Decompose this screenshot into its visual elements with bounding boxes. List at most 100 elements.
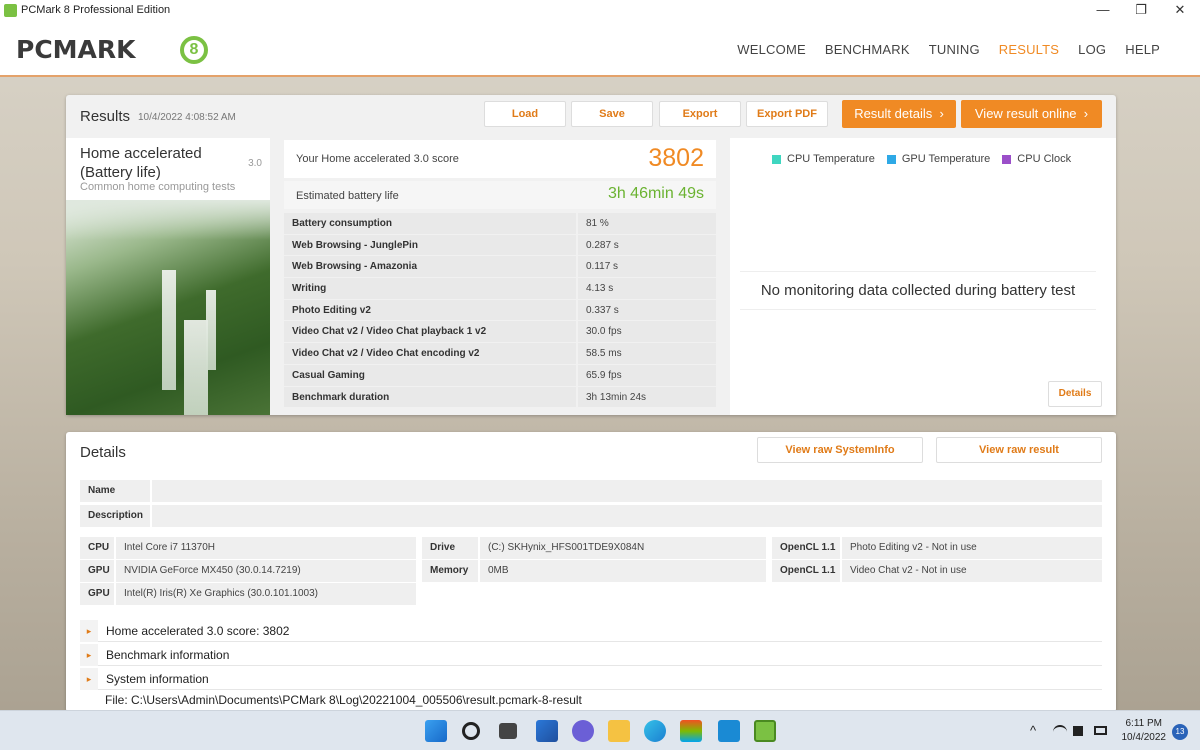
app-l-icon[interactable]	[718, 720, 740, 742]
teams-chat-icon[interactable]	[572, 720, 594, 742]
subscore-value: 4.13 s	[578, 278, 716, 299]
expander-label: Home accelerated 3.0 score: 3802	[106, 624, 290, 638]
gpu-row: GPU NVIDIA GeForce MX450 (30.0.14.7219)	[80, 560, 416, 582]
tray-chevron-icon[interactable]: ^	[1030, 723, 1036, 738]
description-value	[152, 505, 1102, 527]
pcmark-logo: PCMARK 8	[16, 36, 208, 64]
volume-muted-icon[interactable]	[1073, 726, 1083, 736]
expander-system-info[interactable]: ▸ System information	[80, 668, 1102, 690]
memory-value: 0MB	[480, 560, 766, 582]
save-button[interactable]: Save	[571, 101, 653, 127]
subscore-name: Photo Editing v2	[284, 299, 576, 321]
nav-log[interactable]: LOG	[1078, 42, 1106, 57]
subscore-name: Video Chat v2 / Video Chat encoding v2	[284, 343, 576, 364]
nav-results[interactable]: RESULTS	[999, 42, 1059, 57]
load-button[interactable]: Load	[484, 101, 566, 127]
clock-date: 10/4/2022	[1121, 732, 1167, 743]
expander-score[interactable]: ▸ Home accelerated 3.0 score: 3802	[80, 620, 1102, 642]
score-box: Your Home accelerated 3.0 score 3802	[284, 140, 716, 178]
chevron-right-icon: ›	[935, 106, 944, 121]
subscore-value: 3h 13min 24s	[578, 386, 716, 408]
view-result-online-button[interactable]: View result online ›	[961, 100, 1102, 128]
nav-help[interactable]: HELP	[1125, 42, 1160, 57]
nav-welcome[interactable]: WELCOME	[737, 42, 806, 57]
monitoring-details-button[interactable]: Details	[1048, 381, 1102, 407]
legend-label: CPU Temperature	[787, 153, 875, 165]
name-row: Name	[80, 480, 1102, 502]
subscore-value: 0.117 s	[578, 256, 716, 278]
result-details-button[interactable]: Result details ›	[842, 100, 956, 128]
subscore-name: Web Browsing - Amazonia	[284, 256, 576, 278]
legend-gpu-temperature[interactable]: GPU Temperature	[886, 153, 990, 165]
view-raw-systeminfo-button[interactable]: View raw SystemInfo	[757, 437, 923, 463]
subscore-value: 30.0 fps	[578, 321, 716, 343]
subscore-name: Writing	[284, 278, 576, 299]
export-pdf-button[interactable]: Export PDF	[746, 101, 828, 127]
notification-badge[interactable]: 13	[1172, 724, 1188, 740]
legend-swatch	[772, 154, 781, 164]
legend-label: CPU Clock	[1017, 153, 1072, 165]
wifi-icon[interactable]	[1053, 725, 1067, 735]
edge-browser-icon[interactable]	[644, 720, 666, 742]
cpu-row: CPU Intel Core i7 11370H	[80, 537, 416, 559]
pcmark-app-icon	[4, 4, 17, 17]
app-header: PCMARK 8 WELCOME BENCHMARK TUNING RESULT…	[0, 22, 1200, 77]
opencl-value: Video Chat v2 - Not in use	[842, 560, 1102, 582]
cpu-label: CPU	[80, 537, 114, 559]
close-button[interactable]: ✕	[1160, 0, 1200, 22]
test-info-card: Home accelerated (Battery life) 3.0 Comm…	[66, 138, 270, 415]
task-view-icon[interactable]	[499, 723, 517, 739]
subscore-table: Battery consumption 81 % Web Browsing - J…	[284, 213, 716, 409]
details-title: Details	[80, 444, 126, 461]
minimize-button[interactable]: —	[1083, 0, 1123, 22]
battery-icon[interactable]	[1094, 726, 1107, 735]
drive-row: Drive (C:) SKHynix_HFS001TDE9X084N	[422, 537, 766, 559]
subscore-value: 65.9 fps	[578, 364, 716, 386]
result-details-label: Result details	[854, 106, 933, 121]
gpu-value: NVIDIA GeForce MX450 (30.0.14.7219)	[116, 560, 416, 582]
expand-arrow-icon[interactable]: ▸	[80, 668, 98, 690]
gpu-value: Intel(R) Iris(R) Xe Graphics (30.0.101.1…	[116, 583, 416, 605]
legend-swatch	[886, 154, 896, 164]
description-label: Description	[80, 505, 150, 527]
pcmark-icon[interactable]	[754, 720, 776, 742]
table-row: Video Chat v2 / Video Chat playback 1 v2…	[284, 321, 716, 344]
results-title: Results	[80, 108, 131, 125]
table-row: Casual Gaming 65.9 fps	[284, 364, 716, 387]
subscore-value: 0.287 s	[578, 234, 716, 256]
maximize-button[interactable]: ❐	[1121, 0, 1161, 22]
opencl-label: OpenCL 1.1	[772, 560, 840, 582]
drive-label: Drive	[422, 537, 478, 559]
legend-cpu-temperature[interactable]: CPU Temperature	[772, 153, 875, 165]
legend-cpu-clock[interactable]: CPU Clock	[1002, 153, 1071, 165]
subscore-value: 81 %	[578, 213, 716, 234]
view-raw-result-button[interactable]: View raw result	[936, 437, 1102, 463]
windows-start-icon[interactable]	[425, 720, 447, 742]
export-button[interactable]: Export	[659, 101, 741, 127]
table-row: Web Browsing - Amazonia 0.117 s	[284, 256, 716, 279]
search-icon[interactable]	[462, 722, 480, 740]
name-value	[152, 480, 1102, 502]
nav-benchmark[interactable]: BENCHMARK	[825, 42, 910, 57]
window-title: PCMark 8 Professional Edition	[21, 4, 171, 16]
expand-arrow-icon[interactable]: ▸	[80, 644, 98, 666]
monitoring-legend: CPU Temperature GPU Temperature CPU Cloc…	[772, 153, 1071, 165]
score-label: Your Home accelerated 3.0 score	[296, 153, 459, 165]
details-panel: Details View raw SystemInfo View raw res…	[66, 432, 1116, 712]
waterfall-image	[66, 200, 270, 415]
logo-number: 8	[180, 36, 208, 64]
subscore-name: Video Chat v2 / Video Chat playback 1 v2	[284, 321, 576, 343]
nav-tuning[interactable]: TUNING	[929, 42, 980, 57]
subscore-value: 0.337 s	[578, 299, 716, 321]
widgets-icon[interactable]	[536, 720, 558, 742]
expand-arrow-icon[interactable]: ▸	[80, 620, 98, 642]
expander-benchmark-info[interactable]: ▸ Benchmark information	[80, 644, 1102, 666]
gpu-label: GPU	[80, 583, 114, 605]
no-monitoring-message: No monitoring data collected during batt…	[740, 271, 1096, 310]
expander-label: System information	[106, 672, 209, 686]
table-row: Photo Editing v2 0.337 s	[284, 299, 716, 322]
store-icon[interactable]	[680, 720, 702, 742]
taskbar-clock[interactable]: 6:11 PM 10/4/2022	[1122, 717, 1167, 745]
subscore-value: 58.5 ms	[578, 343, 716, 364]
file-explorer-icon[interactable]	[608, 720, 630, 742]
